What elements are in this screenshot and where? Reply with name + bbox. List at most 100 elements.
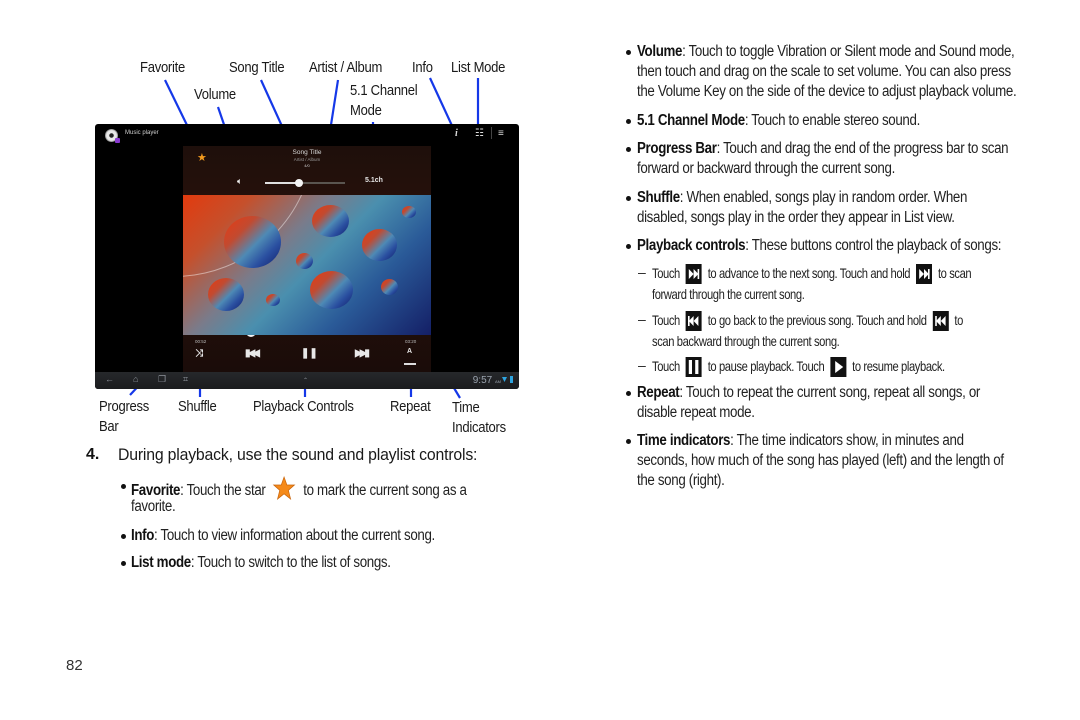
clock-ampm: AM (495, 379, 501, 384)
album-art (183, 195, 431, 335)
bullet-term: Time indicators (637, 432, 731, 449)
home-icon[interactable]: ⌂ (133, 374, 138, 384)
system-navigation-bar: ← ⌂ ❐ ⌗ ⌃ 9:57 AM (95, 372, 519, 389)
app-title: Music player (125, 130, 159, 136)
bullet-favorite-wrap: favorite. (131, 498, 176, 515)
album-art-bubble (402, 206, 416, 218)
callout-playback-controls: Playback Controls (253, 399, 354, 415)
next-icon (916, 264, 933, 285)
bullet-text: : The time indicators show, in minutes a… (730, 432, 964, 449)
bullet-text: forward or backward through the current … (637, 160, 895, 177)
right-bullet-line: the song (right). (637, 471, 725, 491)
volume-thumb[interactable] (294, 179, 303, 187)
right-bullet-line: then touch and drag on the scale to set … (637, 62, 1011, 82)
right-bullet-line: seconds, how much of the song has played… (637, 451, 1004, 471)
callout-volume: Volume (194, 87, 236, 103)
bullet-text: the Volume Key on the side of the device… (637, 83, 1017, 100)
favorite-star-icon (272, 475, 296, 506)
bullet-term: List mode (131, 554, 191, 571)
right-bullet-line: forward or backward through the current … (637, 159, 895, 179)
sub-text: Touch (652, 265, 680, 281)
right-bullet-line: Volume: Touch to toggle Vibration or Sil… (637, 42, 1015, 62)
next-icon (685, 264, 702, 285)
bullet-term: Volume (637, 43, 683, 60)
bullet-term: Info (131, 527, 155, 544)
bullet-term: Repeat (637, 384, 680, 401)
volume-fill (265, 182, 299, 184)
bullet-text: : Touch to enable stereo sound. (744, 112, 920, 129)
sub-item-next-wrap: forward through the current song. (652, 286, 805, 302)
dash: – (638, 357, 646, 373)
pause-icon[interactable]: ❚❚ (301, 348, 318, 360)
right-bullet-line: disable repeat mode. (637, 403, 755, 423)
elapsed-time: 00:52 (195, 339, 207, 344)
page-number: 82 (66, 657, 83, 674)
bullet (121, 534, 126, 539)
bullet (626, 50, 631, 55)
info-icon[interactable]: i (455, 128, 458, 140)
callout-favorite: Favorite (140, 60, 185, 76)
right-bullet-line: Progress Bar: Touch and drag the end of … (637, 139, 1009, 159)
volume-icon[interactable]: 🔈︎ (237, 176, 242, 187)
bullet-term: 5.1 Channel Mode (637, 112, 745, 129)
sub-text: to pause playback. Touch (707, 358, 825, 374)
sub-item-previous-wrap: scan backward through the current song. (652, 333, 840, 349)
sub-item-pause: Touch to pause playback. Touch to resume… (652, 356, 945, 378)
sub-item-next: Touch to advance to the next song. Touch… (652, 263, 972, 285)
bullet-term: Shuffle (637, 189, 680, 206)
album-art-bubble (266, 294, 280, 306)
album-art-bubble (296, 253, 313, 269)
callout-repeat: Repeat (390, 399, 431, 415)
right-bullet-line: the Volume Key on the side of the device… (637, 82, 1017, 102)
bullet-favorite: Favorite: Touch the star to mark the cur… (131, 475, 467, 506)
sub-text: to scan (937, 265, 972, 281)
screenshot-icon[interactable]: ⌗ (183, 374, 188, 385)
play-icon (830, 357, 847, 378)
callout-channel-line2: Mode (350, 103, 382, 119)
bullet-list-mode: List mode: Touch to switch to the list o… (131, 553, 391, 573)
bullet-text: then touch and drag on the scale to set … (637, 63, 1011, 80)
previous-icon (932, 311, 949, 332)
bullet-text: : Touch to view information about the cu… (154, 527, 435, 544)
bullet (121, 561, 126, 566)
callout-song-title: Song Title (229, 60, 285, 76)
menu-icon[interactable]: ≡ (498, 128, 504, 140)
callout-channel-line1: 5.1 Channel (350, 83, 418, 99)
album-art-bubble (208, 278, 244, 311)
bullet (626, 244, 631, 249)
sub-text: to advance to the next song. Touch and h… (707, 265, 911, 281)
recent-apps-icon[interactable]: ❐ (158, 374, 166, 385)
menu-up-icon[interactable]: ⌃ (303, 377, 308, 384)
bullet-text: the song (right). (637, 472, 725, 489)
sub-text: to resume playback. (852, 358, 945, 374)
back-icon[interactable]: ← (105, 374, 114, 384)
callout-artist-album: Artist / Album (309, 60, 383, 76)
bullet (626, 196, 631, 201)
bullet-text: : Touch to toggle Vibration or Silent mo… (682, 43, 1015, 60)
leader-info (429, 77, 455, 131)
bullet-info: Info: Touch to view information about th… (131, 526, 435, 546)
next-icon[interactable]: ▶▶▮ (355, 348, 370, 360)
sub-text: to go back to the previous song. Touch a… (707, 312, 927, 328)
shuffle-icon[interactable]: ⤨ (195, 348, 203, 360)
right-bullet-line: 5.1 Channel Mode: Touch to enable stereo… (637, 111, 920, 131)
bullet (626, 439, 631, 444)
battery-icon (510, 376, 513, 383)
divider (491, 127, 492, 139)
bullet-term: Progress Bar (637, 140, 717, 157)
previous-icon[interactable]: ▮◀◀ (245, 348, 260, 360)
step-number: 4. (86, 446, 100, 463)
album-art-bubble (310, 271, 353, 309)
bullet-text: to mark the current song as a (303, 482, 467, 500)
repeat-icon[interactable]: A (404, 346, 416, 370)
bullet-text: : When enabled, songs play in random ord… (679, 189, 968, 206)
list-mode-icon[interactable]: ☷ (475, 128, 484, 140)
callout-time-line1: Time (452, 400, 480, 416)
right-bullet-line: Shuffle: When enabled, songs play in ran… (637, 188, 967, 208)
channel-mode-button[interactable]: 5.1ch (365, 177, 383, 184)
right-bullet-line: Playback controls: These buttons control… (637, 236, 1001, 256)
bullet-text: disabled, songs play in the order they a… (637, 209, 955, 226)
volume-slider[interactable] (265, 179, 345, 187)
bullet-text: : Touch the star (180, 482, 266, 500)
album-art-bubble (224, 216, 281, 268)
